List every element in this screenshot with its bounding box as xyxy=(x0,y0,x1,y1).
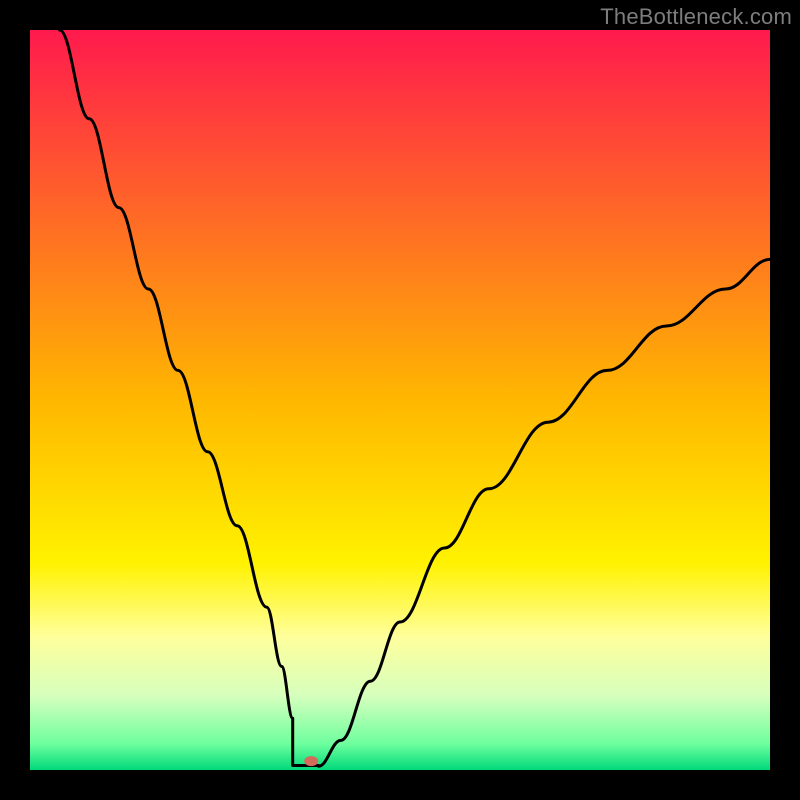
chart-svg xyxy=(30,30,770,770)
outer-frame: TheBottleneck.com xyxy=(0,0,800,800)
watermark-text: TheBottleneck.com xyxy=(600,4,792,30)
optimal-point-marker xyxy=(304,756,318,766)
gradient-background xyxy=(30,30,770,770)
plot-area xyxy=(30,30,770,770)
